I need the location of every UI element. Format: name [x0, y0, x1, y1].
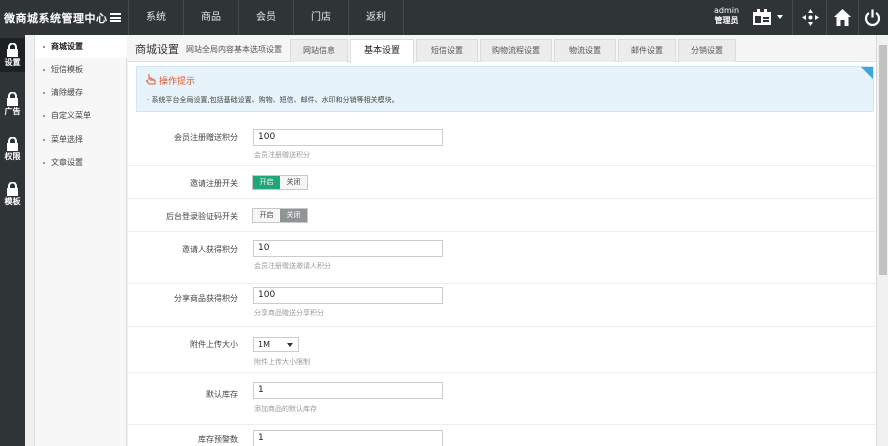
- form-row-upload-size: 附件上传大小 1M 附件上传大小限制: [128, 327, 876, 373]
- toggle-on[interactable]: 开启: [253, 176, 280, 189]
- tip-box: 操作提示 · 系统平台全局设置,包括基础设置、购物、短信、邮件、水印和分销等相关…: [136, 66, 874, 112]
- tip-text: · 系统平台全局设置,包括基础设置、购物、短信、邮件、水印和分销等相关模块。: [147, 96, 399, 104]
- chevron-down-icon[interactable]: [777, 15, 783, 19]
- form-row-invite-switch: 邀请注册开关 开启 关闭: [128, 166, 876, 199]
- id-card-icon[interactable]: [752, 9, 772, 26]
- inviter-points-input[interactable]: 10: [253, 240, 443, 257]
- nav-item-system[interactable]: 系统: [128, 0, 183, 35]
- tab-site-info[interactable]: 网站信息: [290, 39, 348, 62]
- default-stock-input[interactable]: 1: [253, 382, 443, 399]
- lock-icon: [7, 137, 18, 151]
- submenu-item-article-settings[interactable]: 文章设置: [35, 151, 127, 174]
- submenu-item-mall-settings[interactable]: 商城设置: [35, 35, 127, 58]
- divider: [792, 0, 793, 35]
- field-label: 会员注册赠送积分: [174, 133, 238, 142]
- upload-size-select[interactable]: 1M: [253, 337, 299, 352]
- captcha-toggle[interactable]: 开启 关闭: [252, 208, 308, 223]
- form-row-default-stock: 默认库存 1 添加商品的默认库存: [128, 373, 876, 425]
- field-help: 分享商品赠送分享积分: [254, 309, 324, 317]
- tab-shipping-settings[interactable]: 物流设置: [554, 39, 616, 62]
- vertical-scrollbar[interactable]: [876, 35, 888, 446]
- field-help: 会员注册赠送积分: [254, 151, 310, 159]
- chevron-down-icon: [287, 343, 293, 347]
- tab-mail-settings[interactable]: 邮件设置: [618, 39, 676, 62]
- form-row-captcha-switch: 后台登录验证码开关 开启 关闭: [128, 199, 876, 232]
- share-points-input[interactable]: 100: [253, 287, 443, 304]
- user-menu[interactable]: admin 管理员: [714, 6, 739, 26]
- tabs-bar: 商城设置 网站全局内容基本选项设置 网站信息 基本设置 短信设置 购物流程设置 …: [128, 35, 876, 63]
- lock-icon: [7, 182, 18, 196]
- user-name: admin: [714, 6, 740, 15]
- rail-item-settings[interactable]: 设置: [0, 38, 25, 72]
- form-row-share-points: 分享商品获得积分 100 分享商品赠送分享积分: [128, 284, 876, 327]
- tab-checkout-settings[interactable]: 购物流程设置: [480, 39, 552, 62]
- menu-toggle-icon[interactable]: [110, 13, 121, 22]
- toggle-off[interactable]: 关闭: [280, 209, 307, 222]
- submenu-item-clear-cache[interactable]: 清除缓存: [35, 81, 127, 104]
- nav-item-goods[interactable]: 商品: [183, 0, 238, 35]
- invite-toggle[interactable]: 开启 关闭: [252, 175, 308, 190]
- lock-icon: [7, 92, 18, 106]
- rail-item-label: 模板: [4, 197, 21, 206]
- nav-item-rebate[interactable]: 返利: [348, 0, 404, 35]
- field-label: 邀请人获得积分: [182, 245, 238, 254]
- tab-sms-settings[interactable]: 短信设置: [416, 39, 478, 62]
- move-arrows-icon[interactable]: [801, 8, 820, 27]
- form-row-stock-warning: 库存预警数 1: [128, 425, 876, 446]
- field-label: 默认库存: [206, 390, 238, 399]
- form-row-register-points: 会员注册赠送积分 100 会员注册赠送积分: [128, 125, 876, 166]
- home-icon[interactable]: [833, 8, 852, 27]
- select-value: 1M: [258, 340, 270, 349]
- lock-icon: [7, 43, 18, 57]
- register-points-input[interactable]: 100: [253, 129, 443, 146]
- divider: [858, 0, 859, 35]
- submenu-item-menu-select[interactable]: 菜单选择: [35, 128, 127, 151]
- top-nav: 系统 商品 会员 门店 返利: [128, 0, 404, 35]
- top-bar: 微商城系统管理中心 系统 商品 会员 门店 返利 admin 管理员: [0, 0, 888, 35]
- power-icon[interactable]: [863, 8, 882, 27]
- tab-basic-settings[interactable]: 基本设置: [350, 39, 414, 63]
- nav-item-members[interactable]: 会员: [238, 0, 293, 35]
- page-title: 商城设置: [135, 43, 179, 56]
- user-role: 管理员: [714, 16, 739, 25]
- field-help: 会员注册赠送邀请人积分: [254, 262, 331, 270]
- form-row-inviter-points: 邀请人获得积分 10 会员注册赠送邀请人积分: [128, 232, 876, 284]
- corner-toggle-icon[interactable]: [861, 67, 873, 79]
- rail-item-ads[interactable]: 广告: [0, 87, 25, 121]
- field-label: 后台登录验证码开关: [166, 212, 238, 221]
- toggle-on[interactable]: 开启: [253, 209, 280, 222]
- field-label: 分享商品获得积分: [174, 294, 238, 303]
- icon-rail: 设置 广告 权限 模板: [0, 35, 25, 446]
- page-subtitle: 网站全局内容基本选项设置: [186, 45, 282, 54]
- tip-title: 操作提示: [159, 77, 196, 87]
- field-label: 附件上传大小: [190, 340, 238, 349]
- rail-item-permissions[interactable]: 权限: [0, 132, 25, 166]
- submenu-item-custom-menu[interactable]: 自定义菜单: [35, 104, 127, 127]
- sub-menu: 商城设置 短信模板 清除缓存 自定义菜单 菜单选择 文章设置: [35, 35, 127, 446]
- field-help: 附件上传大小限制: [254, 358, 310, 366]
- rail-item-label: 设置: [4, 58, 21, 67]
- hand-pointer-icon: [145, 74, 156, 85]
- stock-warning-input[interactable]: 1: [253, 430, 443, 446]
- rail-item-label: 权限: [4, 152, 21, 161]
- nav-item-stores[interactable]: 门店: [293, 0, 348, 35]
- field-help: 添加商品的默认库存: [254, 405, 317, 413]
- rail-item-templates[interactable]: 模板: [0, 177, 25, 211]
- submenu-item-sms-templates[interactable]: 短信模板: [35, 58, 127, 81]
- main-panel: 商城设置 网站全局内容基本选项设置 网站信息 基本设置 短信设置 购物流程设置 …: [128, 35, 876, 446]
- field-label: 库存预警数: [198, 435, 238, 444]
- toggle-off[interactable]: 关闭: [280, 176, 307, 189]
- rail-item-label: 广告: [4, 107, 21, 116]
- scrollbar-thumb[interactable]: [879, 45, 887, 275]
- rail-gap: [25, 35, 35, 446]
- tab-distribution-settings[interactable]: 分销设置: [678, 39, 736, 62]
- divider: [826, 0, 827, 35]
- brand-title: 微商城系统管理中心: [4, 12, 108, 25]
- field-label: 邀请注册开关: [190, 179, 238, 188]
